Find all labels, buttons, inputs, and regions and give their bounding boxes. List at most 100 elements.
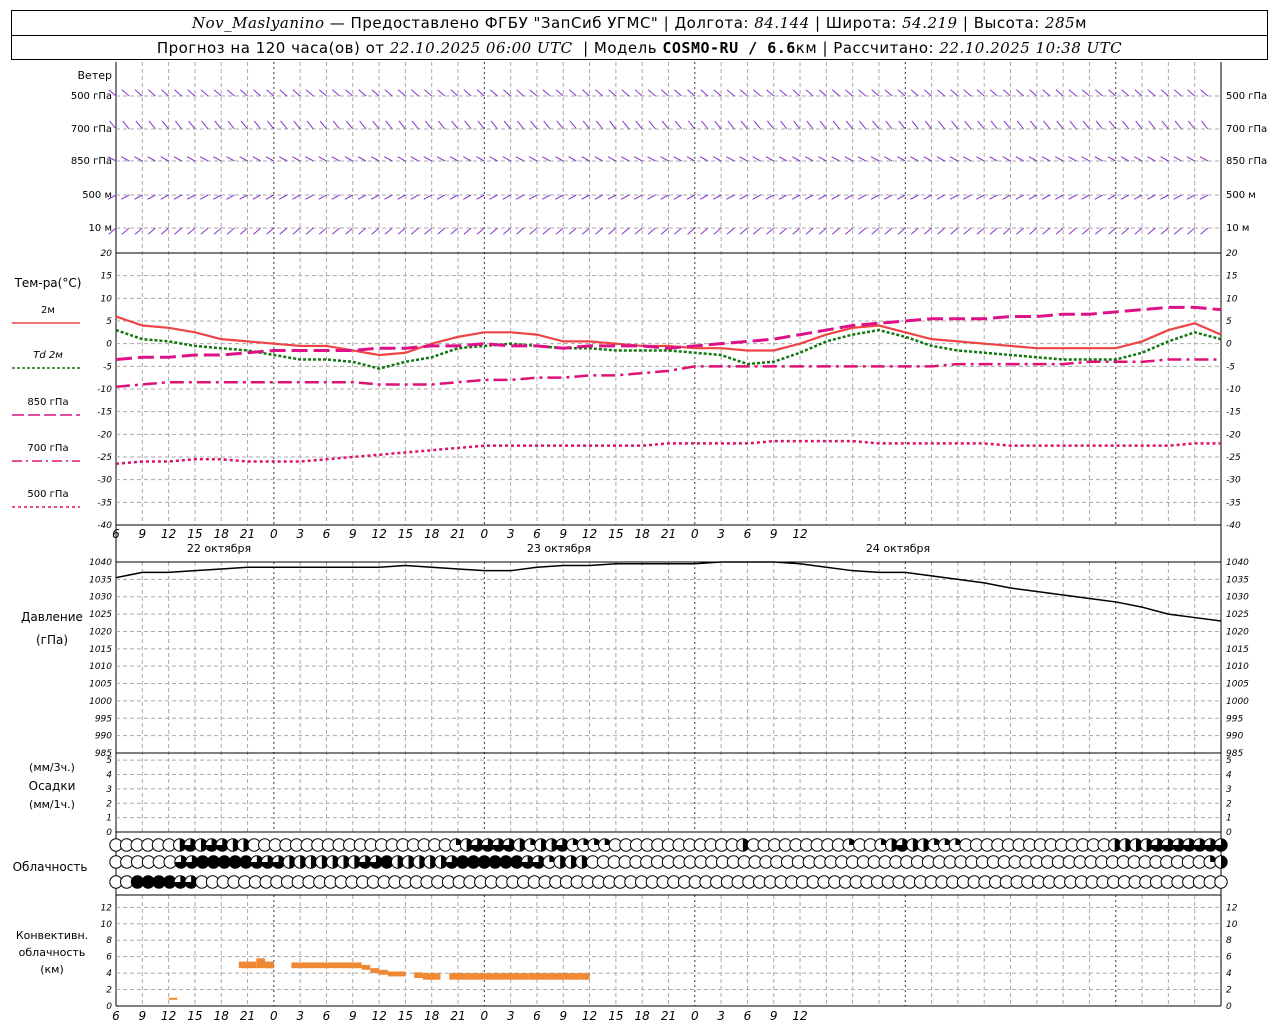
wind-barb [766,120,775,130]
convective-bar [265,961,274,969]
pres-tick-right: 1010 [1226,662,1249,672]
wind-barb [187,89,196,97]
precip-tick-left: 0 [106,828,112,838]
convective-bar [291,962,301,969]
wind-barb [778,194,788,200]
x-hour-label: 21 [240,527,255,541]
cloud-ylabel: Облачность [13,860,88,874]
wind-barb [411,120,419,130]
wind-barb [1120,156,1130,162]
wind-barb [463,194,472,200]
wind-barb [227,120,235,130]
wind-barb [739,156,748,162]
wind-barb [634,194,643,200]
wind-barb [306,120,314,130]
wind-barb [370,156,380,162]
wind-barb [634,89,643,97]
wind-barb [437,89,446,97]
wind-barb [1028,156,1038,162]
wind-barb [660,156,669,162]
wind-barb [529,89,538,97]
wind-barb [121,89,130,97]
pres-tick-left: 990 [95,732,112,742]
x-hour-label: 15 [187,527,202,541]
x-hour-label: 0 [481,527,489,541]
wind-barb [1055,194,1064,200]
wind-barb [699,194,709,200]
wind-barb [1135,120,1143,130]
wind-level-label-right: 500 гПа [1226,91,1267,102]
pres-tick-left: 1015 [89,645,112,655]
wind-barb [1173,194,1182,200]
wind-barb [858,120,867,130]
wind-barb [226,194,235,200]
wind-barb [661,120,669,130]
wind-barb [949,194,959,200]
precip-tick-left: 2 [106,799,112,809]
wind-level-label-left: 700 гПа [71,124,112,135]
wind-barb [607,156,617,162]
precip-tick-left: 5 [106,756,112,766]
wind-barb [266,227,275,235]
pres-tick-right: 1025 [1226,610,1249,620]
x-hour-label: 6 [112,527,120,541]
wind-barb [1081,194,1090,200]
wind-barb [857,156,867,162]
wind-barb [1186,194,1195,200]
wind-barb [516,120,525,130]
wind-barb [1187,227,1196,235]
wind-barb [147,156,156,162]
wind-barb [199,194,209,200]
temp-tick-right: -20 [1226,430,1241,440]
wind-barb [1122,120,1130,130]
conv-tick-right: 12 [1226,903,1238,913]
wind-barb [964,120,972,130]
wind-barb [647,156,656,162]
wind-barb [436,156,446,162]
wind-barb [332,227,340,235]
wind-barb [357,194,367,200]
pres-tick-right: 1015 [1226,645,1249,655]
wind-barb [397,156,406,162]
wind-barb [278,194,288,200]
conv-tick-left: 12 [101,903,113,913]
wind-barb [1002,156,1011,162]
pres-tick-right: 995 [1226,714,1243,724]
wind-barb [714,120,722,130]
wind-barb [607,194,617,200]
wind-barb [385,120,393,130]
wind-barb [989,227,998,235]
wind-barb [476,194,485,200]
wind-barb [543,120,551,130]
wind-barb [1003,120,1011,130]
x-hour-label-bottom: 0 [481,1009,489,1023]
wind-barb [1134,89,1143,97]
wind-barb [950,89,959,97]
precip-tick-right: 3 [1226,785,1232,795]
wind-barb [766,227,775,235]
pres-tick-right: 1000 [1226,697,1249,707]
temp-tick-left: -15 [97,408,112,418]
wind-barb [568,89,577,97]
wind-barb [1160,156,1169,162]
wind-barb [831,194,840,200]
wind-barb [1147,156,1156,162]
wind-barb [608,227,617,235]
wind-barb [214,120,222,130]
wind-barb [1199,194,1209,200]
x-hour-label-bottom: 15 [398,1009,413,1023]
wind-barb [134,156,143,162]
wind-barb [739,89,748,97]
convective-bar [554,973,564,980]
convective-bar [238,961,257,969]
wind-barb [950,227,959,235]
wind-barb [818,156,827,162]
wind-barb [437,227,446,235]
wind-barb [344,156,354,162]
pres-tick-left: 1040 [89,558,112,568]
wind-barb [239,156,248,162]
wind-barb [384,227,393,235]
wind-barb [541,194,551,200]
wind-barb [1108,120,1117,130]
wind-barb [529,227,538,235]
